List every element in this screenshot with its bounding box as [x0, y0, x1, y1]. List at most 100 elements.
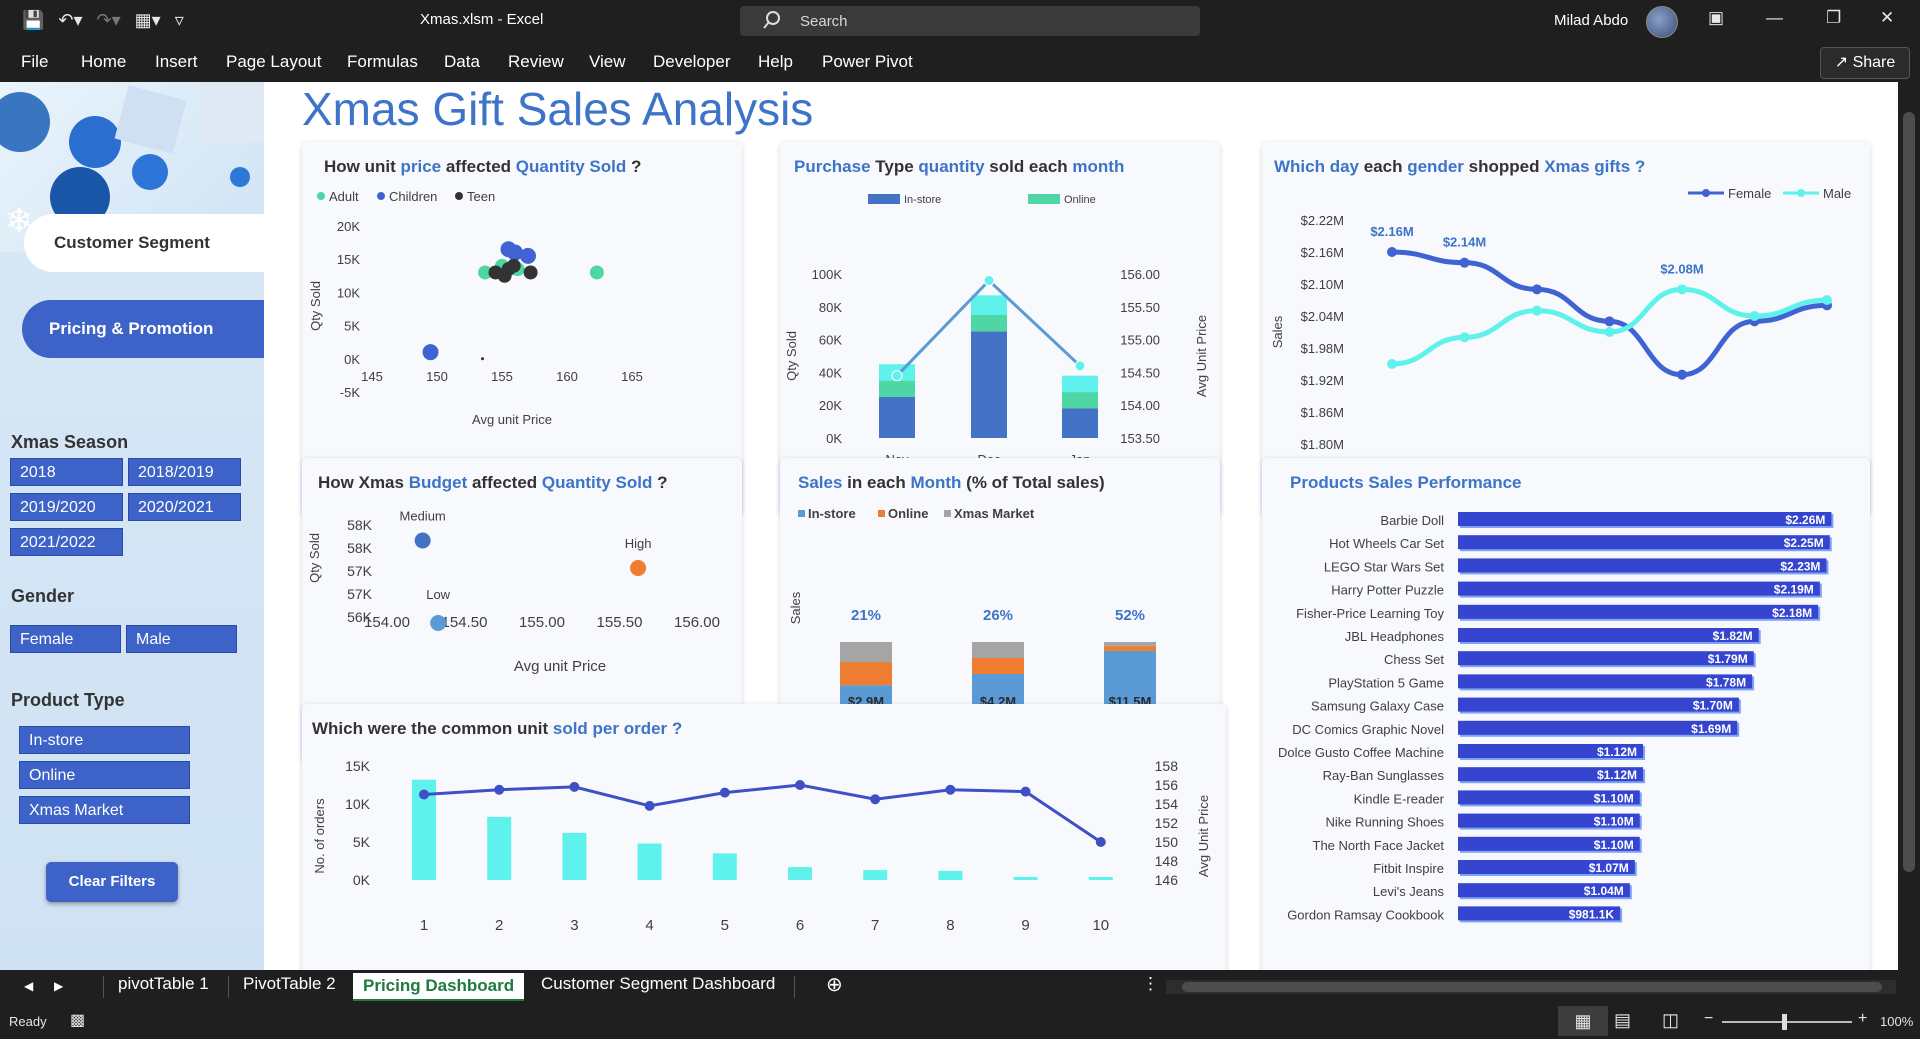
menu-formulas[interactable]: Formulas	[347, 52, 418, 72]
value-label: $1.10M	[1594, 838, 1634, 852]
page-break-view-icon[interactable]: ◫	[1662, 1010, 1679, 1031]
product-in-store-button[interactable]: In-store	[19, 726, 190, 754]
data-point	[520, 247, 536, 264]
save-icon[interactable]: 💾	[22, 10, 44, 31]
clear-filters-button[interactable]: Clear Filters	[46, 862, 178, 902]
zoom-slider[interactable]	[1722, 1021, 1852, 1023]
line-marker	[1604, 316, 1615, 327]
menu-view[interactable]: View	[589, 52, 626, 72]
prev-sheet-icon[interactable]: ◀	[24, 979, 33, 993]
tab-options-icon[interactable]: ⋮	[1142, 974, 1159, 994]
macro-record-icon[interactable]: ▩	[70, 1010, 85, 1030]
legend-marker	[1702, 189, 1710, 197]
status-bar: Ready ▩ ▦ ▤ ◫ − + 100%	[0, 1004, 1920, 1039]
season-2020-2021-button[interactable]: 2020/2021	[128, 493, 241, 521]
menu-file[interactable]: File	[21, 52, 48, 72]
page-layout-view-icon[interactable]: ▤	[1614, 1010, 1631, 1031]
line-marker	[644, 800, 655, 811]
menu-insert[interactable]: Insert	[155, 52, 198, 72]
y-tick-label: $1.98M	[1301, 341, 1344, 356]
horizontal-scroll-thumb[interactable]	[1182, 982, 1882, 992]
tab-pivottable-2[interactable]: PivotTable 2	[243, 974, 336, 994]
customize-toolbar-icon[interactable]: ▿	[175, 10, 184, 31]
y-tick-label: 5K	[353, 834, 371, 850]
line-marker	[1095, 837, 1106, 847]
product-online-button[interactable]: Online	[19, 761, 190, 789]
legend-label: Xmas Market	[954, 506, 1035, 521]
share-icon: ↗	[1834, 54, 1849, 71]
y-tick-label: 20K	[337, 219, 360, 234]
menu-page-layout[interactable]: Page Layout	[226, 52, 321, 72]
ribbon-display-icon[interactable]: ▣	[1708, 8, 1724, 28]
horizontal-scrollbar[interactable]	[1166, 980, 1896, 994]
line-marker	[1074, 360, 1086, 372]
zoom-in-icon[interactable]: +	[1858, 1010, 1867, 1028]
normal-view-icon[interactable]: ▦	[1558, 1006, 1608, 1036]
menu-help[interactable]: Help	[758, 52, 793, 72]
menu-home[interactable]: Home	[81, 52, 126, 72]
menu-review[interactable]: Review	[508, 52, 564, 72]
zoom-out-icon[interactable]: −	[1704, 1010, 1713, 1028]
y-axis-label: No. of orders	[312, 798, 327, 874]
title-bar: 💾 ↶▾ ↷▾ ▦▾ ▿ Xmas.xlsm - Excel Search Mi…	[0, 0, 1920, 42]
share-label: Share	[1852, 54, 1896, 71]
line-marker	[1387, 247, 1397, 257]
category-label: PlayStation 5 Game	[1328, 675, 1444, 690]
search-box[interactable]: Search	[740, 6, 1200, 36]
data-point	[589, 265, 604, 280]
minimize-icon[interactable]: —	[1766, 8, 1783, 28]
menu-data[interactable]: Data	[444, 52, 480, 72]
customer-segment-nav-button[interactable]: Customer Segment	[24, 214, 264, 272]
pricing-promotion-nav-button[interactable]: Pricing & Promotion	[22, 300, 264, 358]
category-label: Nike Running Shoes	[1325, 815, 1444, 830]
vertical-scroll-thumb[interactable]	[1903, 112, 1915, 872]
vertical-scrollbar[interactable]	[1898, 82, 1920, 970]
legend-label: In-store	[904, 194, 941, 206]
undo-icon[interactable]: ↶▾	[58, 10, 82, 31]
next-sheet-icon[interactable]: ▶	[54, 979, 63, 993]
product-xmas-market-button[interactable]: Xmas Market	[19, 796, 190, 824]
add-sheet-icon[interactable]: ⊕	[826, 972, 843, 997]
product-performance-chart[interactable]: Products Sales Performance Barbie Doll $2.…	[1262, 458, 1870, 1034]
point-label: Low	[426, 587, 450, 602]
form-icon[interactable]: ▦▾	[135, 10, 161, 31]
value-label: $1.79M	[1708, 652, 1748, 666]
season-2018-button[interactable]: 2018	[10, 458, 123, 486]
gender-female-button[interactable]: Female	[10, 625, 121, 653]
tab-customer-segment-dashboard[interactable]: Customer Segment Dashboard	[541, 974, 775, 994]
gender-male-button[interactable]: Male	[126, 625, 237, 653]
redo-icon[interactable]: ↷▾	[97, 10, 121, 31]
x-tick-label: 6	[796, 917, 804, 934]
category-label: Fisher-Price Learning Toy	[1296, 606, 1444, 621]
restore-icon[interactable]: ❐	[1826, 8, 1841, 28]
legend-swatch	[944, 510, 951, 517]
close-icon[interactable]: ✕	[1880, 8, 1894, 28]
y-tick-label: $2.10M	[1301, 277, 1344, 292]
tab-pricing-dashboard[interactable]: Pricing Dashboard	[353, 973, 525, 1001]
chart-title-part: How Xmas	[318, 473, 409, 492]
zoom-slider-thumb[interactable]	[1782, 1014, 1787, 1030]
y-tick-label: $2.16M	[1301, 245, 1344, 260]
menu-developer[interactable]: Developer	[653, 52, 731, 72]
line-marker	[569, 781, 580, 792]
share-button[interactable]: ↗ Share	[1820, 47, 1910, 79]
legend-label: Online	[1064, 194, 1096, 206]
menu-power-pivot[interactable]: Power Pivot	[822, 52, 913, 72]
left-panel: ❄ ❄ Customer Segment Pricing & Promotion…	[0, 82, 264, 970]
avatar[interactable]	[1646, 6, 1678, 38]
chart-title-part: Purchase	[794, 157, 871, 176]
legend-label: Male	[1823, 186, 1851, 201]
document-title: Xmas.xlsm - Excel	[420, 11, 544, 28]
season-2019-2020-button[interactable]: 2019/2020	[10, 493, 123, 521]
chart-title-part: Which were the common unit	[312, 719, 553, 738]
legend-label: In-store	[808, 506, 856, 521]
tab-pivottable-1[interactable]: pivotTable 1	[118, 974, 209, 994]
user-name[interactable]: Milad Abdo	[1554, 12, 1628, 29]
season-2018-2019-button[interactable]: 2018/2019	[128, 458, 241, 486]
y-tick-label: 10K	[337, 285, 360, 300]
line-marker	[719, 787, 730, 798]
season-2021-2022-button[interactable]: 2021/2022	[10, 528, 123, 556]
category-label: JBL Headphones	[1345, 629, 1445, 644]
bar	[487, 816, 512, 880]
bar-segment	[972, 642, 1024, 658]
